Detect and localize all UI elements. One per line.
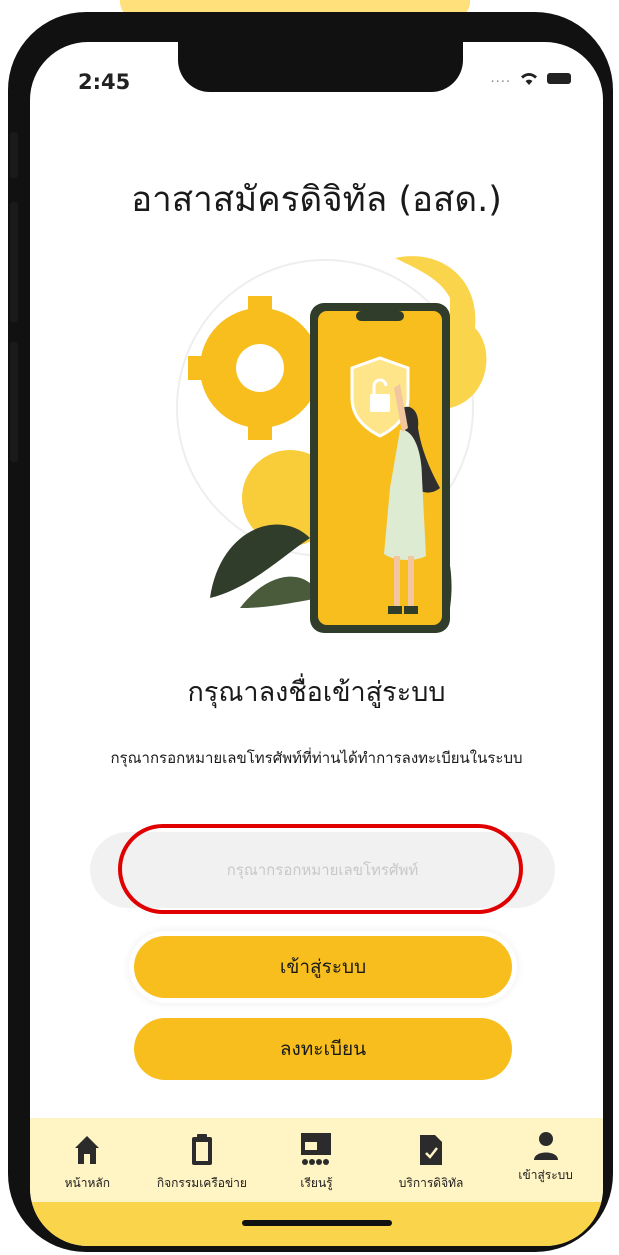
status-time: 2:45 <box>78 70 131 94</box>
nav-label-login: เข้าสู่ระบบ <box>518 1168 573 1182</box>
phone-number-input[interactable] <box>90 832 555 908</box>
battery-icon <box>547 72 571 84</box>
home-icon <box>75 1136 100 1164</box>
nav-label-digital-services: บริการดิจิทัล <box>398 1176 464 1190</box>
nav-item-home[interactable]: หน้าหลัก <box>31 1118 143 1193</box>
home-indicator[interactable] <box>242 1220 392 1226</box>
nav-label-activities: กิจกรรมเครือข่าย <box>156 1176 247 1190</box>
login-illustration <box>176 256 487 633</box>
nav-item-login[interactable]: เข้าสู่ระบบ <box>490 1118 602 1185</box>
user-icon <box>533 1132 558 1160</box>
status-icons: .... <box>490 70 571 86</box>
notch <box>178 42 463 92</box>
volume-down-button <box>10 342 18 462</box>
nav-label-learning: เรียนรู้ <box>300 1176 333 1190</box>
nav-label-home: หน้าหลัก <box>64 1176 110 1190</box>
clipboard-icon <box>191 1134 212 1165</box>
wifi-icon <box>521 73 537 85</box>
login-heading: กรุณาลงชื่อเข้าสู่ระบบ <box>187 677 446 708</box>
phone-screen: 2:45 .... อาสาสมัครดิจิทัล (อสด.) กรุณาล… <box>30 42 603 1246</box>
app-title: อาสาสมัครดิจิทัล (อสด.) <box>131 180 502 220</box>
bottom-nav: หน้าหลัก กิจกรรมเครือข่าย เรียนรู้ บริกา… <box>30 1118 603 1202</box>
volume-up-button <box>10 202 18 322</box>
document-check-icon <box>420 1135 443 1165</box>
phone-frame: 2:45 .... อาสาสมัครดิจิทัล (อสด.) กรุณาล… <box>8 12 613 1252</box>
signal-dots: .... <box>490 70 511 86</box>
learning-board-icon <box>301 1133 332 1165</box>
login-instruction: กรุณากรอกหมายเลขโทรศัพท์ที่ท่านได้ทำการล… <box>110 749 523 767</box>
register-button[interactable]: ลงทะเบียน <box>134 1018 512 1080</box>
nav-item-digital-services[interactable]: บริการดิจิทัล <box>375 1118 487 1193</box>
nav-item-activities[interactable]: กิจกรรมเครือข่าย <box>146 1118 258 1193</box>
login-button[interactable]: เข้าสู่ระบบ <box>134 936 512 998</box>
nav-item-learning[interactable]: เรียนรู้ <box>260 1118 372 1193</box>
mute-switch <box>10 132 18 178</box>
